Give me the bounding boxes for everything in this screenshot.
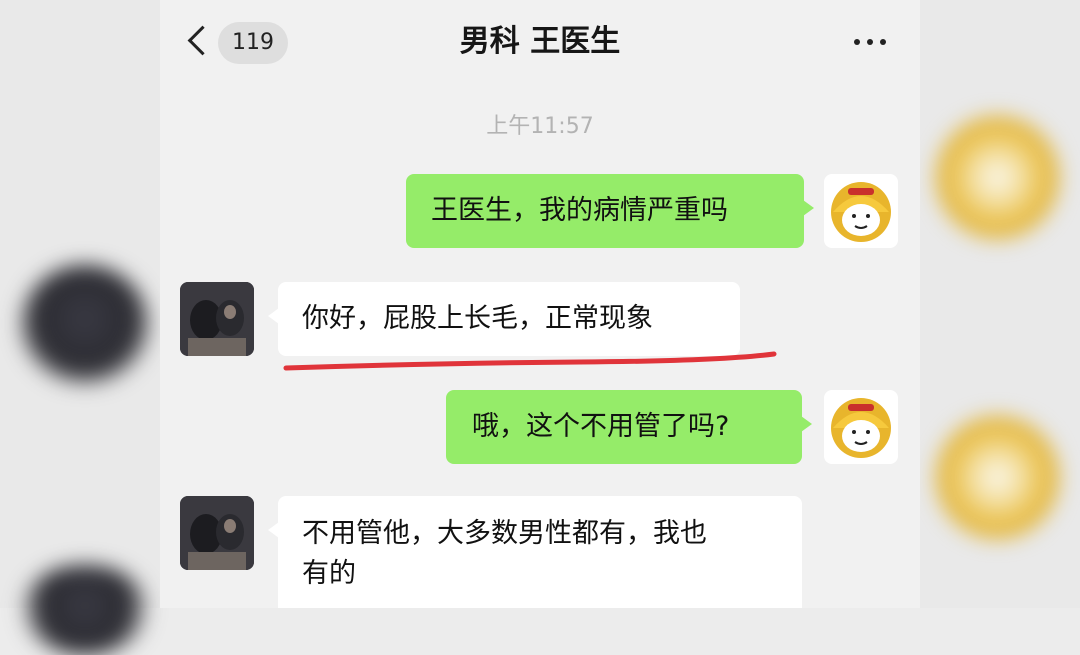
red-underline-annotation: [283, 351, 777, 371]
message-text: 你好，屁股上长毛，正常现象: [302, 303, 653, 334]
message-text: 哦，这个不用管了吗?: [472, 411, 730, 442]
message-text: 王医生，我的病情严重吗: [431, 195, 728, 226]
doctor-avatar[interactable]: [180, 282, 254, 356]
self-avatar[interactable]: [824, 174, 898, 248]
message-bubble-received[interactable]: 不用管他，大多数男性都有，我也 有的: [268, 496, 802, 608]
doctor-avatar[interactable]: [180, 496, 254, 570]
blurred-avatar-right-bottom: [935, 415, 1060, 540]
chick-mascot-icon: [831, 398, 891, 458]
chat-screen: 119 男科 王医生 上午11:57 王医生，我的病情严重吗 你好，屁股上长毛，…: [160, 0, 920, 608]
doctor-photo-icon: [180, 282, 254, 356]
more-options-button[interactable]: [848, 30, 892, 54]
chat-header: 119 男科 王医生: [160, 0, 920, 84]
doctor-photo-icon: [180, 496, 254, 570]
message-bubble-sent[interactable]: 哦，这个不用管了吗?: [446, 390, 812, 464]
message-text-line: 有的: [302, 558, 356, 589]
blurred-avatar-left-top: [20, 265, 150, 385]
chick-mascot-icon: [831, 182, 891, 242]
message-bubble-sent[interactable]: 王医生，我的病情严重吗: [406, 174, 814, 248]
message-text-line: 不用管他，大多数男性都有，我也: [302, 518, 707, 549]
blurred-avatar-right-top: [935, 115, 1060, 240]
blurred-avatar-left-bottom: [20, 565, 150, 655]
self-avatar[interactable]: [824, 390, 898, 464]
message-bubble-received[interactable]: 你好，屁股上长毛，正常现象: [268, 282, 740, 356]
chat-title: 男科 王医生: [459, 24, 621, 59]
message-timestamp: 上午11:57: [486, 114, 594, 139]
